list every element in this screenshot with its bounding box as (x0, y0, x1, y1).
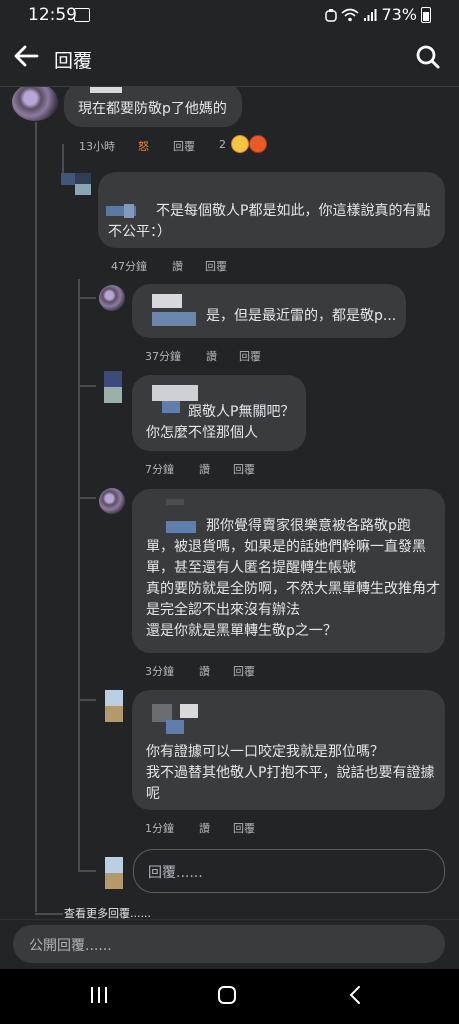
battery-percent: 73% (381, 5, 417, 24)
app-header: 回覆 (0, 30, 459, 87)
home-icon[interactable] (217, 985, 237, 1009)
like-button[interactable]: 讚 (199, 663, 210, 679)
comment-text: 不是每個敬人P都是如此，你這樣說真的有點 不公平：） (108, 203, 431, 240)
comment-time: 37分鐘 (145, 350, 181, 363)
status-icons: 73% (325, 5, 431, 24)
thread-line-branch (78, 497, 96, 499)
thread-line-branch (35, 913, 63, 915)
comment-time: 1分鐘 (145, 822, 174, 835)
reply-button[interactable]: 回覆 (205, 258, 227, 274)
blurred-username (152, 294, 182, 308)
comment-bubble: 跟敬人P無關吧？ 你怎麼不怪那個人 (132, 375, 306, 451)
laugh-emoji-icon (231, 135, 249, 153)
view-more-replies-link[interactable]: 查看更多回覆...... (64, 905, 151, 919)
comment-text: 那你覺得賣家很樂意被各路敬p跑 單，被退貨嗎，如果是的話她們幹嘛一直發黑 單，甚… (146, 518, 440, 639)
reply-button[interactable]: 回覆 (233, 663, 255, 679)
comment-text: 你有證據可以一口咬定我就是那位嗎？ 我不過替其他敬人P打抱不平，說話也要有證據 … (146, 744, 435, 802)
reply-button[interactable]: 回覆 (239, 348, 261, 364)
recent-apps-icon[interactable] (90, 985, 108, 1009)
gallery-icon (74, 8, 90, 22)
avatar[interactable] (99, 488, 125, 514)
reply-button[interactable]: 回覆 (233, 820, 255, 836)
public-reply-placeholder: 公開回覆...... (29, 938, 112, 954)
wifi-icon (341, 8, 359, 21)
blurred-username (152, 385, 198, 401)
comment-time: 47分鐘 (111, 260, 147, 273)
search-icon[interactable] (415, 44, 441, 74)
blurred-username (90, 87, 122, 93)
back-arrow-icon[interactable] (12, 42, 40, 74)
comment-bubble: 你有證據可以一口咬定我就是那位嗎？ 我不過替其他敬人P打抱不平，說話也要有證據 … (132, 690, 445, 810)
reply-input[interactable]: 回覆...... (133, 849, 445, 893)
signal-icon (364, 8, 377, 21)
comment-text: 是，但是最近雷的，都是敬p... (206, 308, 397, 324)
angry-reaction-button[interactable]: 怒 (138, 138, 149, 154)
avatar[interactable] (61, 173, 91, 195)
comment-text: 現在都要防敬p了他媽的 (78, 101, 227, 117)
comment-time: 7分鐘 (145, 463, 174, 476)
avatar[interactable] (105, 690, 123, 722)
comment-text: 跟敬人P無關吧？ 你怎麼不怪那個人 (146, 404, 295, 441)
like-button[interactable]: 讚 (199, 461, 210, 477)
alarm-icon (325, 8, 338, 22)
blurred-username (166, 499, 184, 505)
thread-line-branch (78, 385, 96, 387)
composer-bar: 公開回覆...... (0, 919, 459, 970)
battery-icon (421, 6, 431, 23)
thread-line-branch (78, 297, 96, 299)
thread-line-branch (78, 699, 96, 701)
reply-button[interactable]: 回覆 (173, 138, 195, 154)
comment-thread: 現在都要防敬p了他媽的 13小時 怒 回覆 2 不是每個敬人P都是如此，你這樣說… (0, 87, 459, 919)
avatar[interactable] (99, 285, 125, 311)
like-button[interactable]: 讚 (206, 348, 217, 364)
reply-button[interactable]: 回覆 (233, 461, 255, 477)
comment-bubble: 是，但是最近雷的，都是敬p... (132, 284, 406, 338)
comment-bubble: 現在都要防敬p了他媽的 (64, 87, 242, 127)
like-button[interactable]: 讚 (199, 820, 210, 836)
my-avatar (105, 857, 123, 889)
system-nav-bar (0, 969, 459, 1024)
avatar[interactable] (104, 371, 122, 403)
thread-line-branch (78, 870, 96, 872)
comment-time: 13小時 (79, 140, 115, 153)
like-button[interactable]: 讚 (172, 258, 183, 274)
back-icon[interactable] (348, 985, 362, 1009)
reaction-count: 2 (219, 138, 226, 151)
thread-line (78, 279, 80, 871)
status-bar: 12:59 73% (0, 0, 459, 30)
angry-emoji-icon (249, 135, 267, 153)
page-title: 回覆 (54, 50, 93, 72)
reply-placeholder: 回覆...... (148, 865, 203, 881)
avatar[interactable] (12, 87, 58, 121)
public-reply-input[interactable]: 公開回覆...... (13, 925, 445, 963)
comment-bubble: 那你覺得賣家很樂意被各路敬p跑 單，被退貨嗎，如果是的話她們幹嘛一直發黑 單，甚… (132, 489, 445, 653)
thread-line (35, 122, 37, 912)
comment-time: 3分鐘 (145, 665, 174, 678)
comment-bubble: 不是每個敬人P都是如此，你這樣說真的有點 不公平：） (98, 172, 445, 248)
status-time: 12:59 (28, 5, 77, 25)
